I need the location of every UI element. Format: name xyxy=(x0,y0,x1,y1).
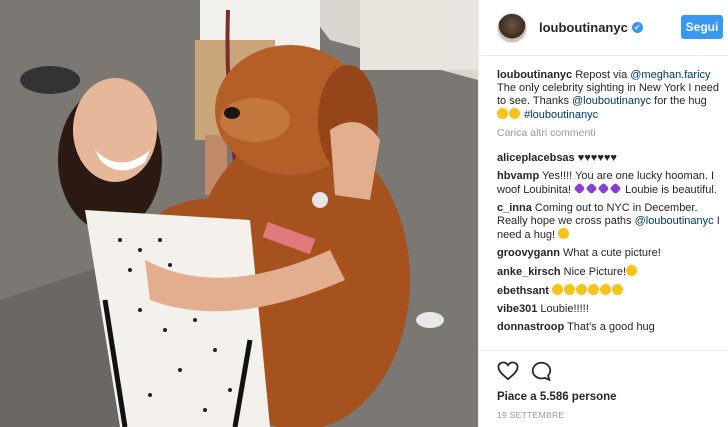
comment-text: Loubie is beautiful. xyxy=(622,184,717,196)
avatar[interactable] xyxy=(497,12,527,43)
caption-hashtag[interactable]: #louboutinanyc xyxy=(524,109,598,121)
smiling-face-icon xyxy=(564,284,576,295)
comment-username[interactable]: c_inna xyxy=(497,202,532,214)
heart-outline-icon[interactable] xyxy=(497,361,519,381)
comment-text: Loubie!!!!! xyxy=(537,303,589,315)
action-icons xyxy=(497,359,728,383)
caption-text: Repost via xyxy=(572,69,631,81)
post-sidebar: louboutinanyc ✓ Segui louboutinanyc Repo… xyxy=(478,0,728,427)
comment-item: aliceplacebsas ♥♥♥♥♥♥ xyxy=(497,152,721,165)
comment-text: ♥♥♥♥♥♥ xyxy=(574,152,617,164)
post-actions: Piace a 5.586 persone 19 SETTEMBRE xyxy=(479,350,728,427)
header-username[interactable]: louboutinanyc xyxy=(539,20,628,35)
caption: louboutinanyc Repost via @meghan.faricy … xyxy=(497,69,721,122)
comment-username[interactable]: donnastroop xyxy=(497,321,564,333)
smiling-face-icon xyxy=(552,284,564,295)
comment-item: anke_kirsch Nice Picture! xyxy=(497,265,721,279)
smiling-face-icon xyxy=(600,284,612,295)
likes-count[interactable]: Piace a 5.586 persone xyxy=(497,391,728,403)
comment-username[interactable]: ebethsant xyxy=(497,285,549,297)
post-photo xyxy=(0,0,478,427)
comment-item: c_inna Coming out to NYC in December. Re… xyxy=(497,202,721,242)
smiling-face-icon xyxy=(588,284,600,295)
photo-illustration xyxy=(0,0,478,427)
purple-heart-icon xyxy=(597,182,610,195)
caption-mention[interactable]: @louboutinanyc xyxy=(572,95,651,107)
caption-mention[interactable]: @meghan.faricy xyxy=(630,69,710,81)
purple-heart-icon xyxy=(585,182,598,195)
post-header: louboutinanyc ✓ Segui xyxy=(479,0,728,56)
smiling-face-icon xyxy=(497,108,508,119)
comment-text: What a cute picture! xyxy=(559,247,661,259)
heart-eyes-face-icon xyxy=(558,228,570,239)
comment-username[interactable]: hbvamp xyxy=(497,170,539,182)
comment-username[interactable]: groovygann xyxy=(497,247,560,259)
comment-item: vibe301 Loubie!!!!! xyxy=(497,303,721,316)
comments-list[interactable]: louboutinanyc Repost via @meghan.faricy … xyxy=(479,56,728,350)
comment-bubble-icon[interactable] xyxy=(531,361,552,382)
caption-text: for the hug xyxy=(651,95,707,107)
comment-mention[interactable]: @louboutinanyc xyxy=(635,215,714,227)
smiling-face-icon xyxy=(612,284,624,295)
comment-item: hbvamp Yes!!!! You are one lucky hooman.… xyxy=(497,170,721,197)
follow-button[interactable]: Segui xyxy=(681,15,723,39)
heart-eyes-face-icon xyxy=(509,108,520,119)
caption-username[interactable]: louboutinanyc xyxy=(497,69,572,81)
comment-username[interactable]: anke_kirsch xyxy=(497,266,561,278)
comment-username[interactable]: vibe301 xyxy=(497,303,537,315)
purple-heart-icon xyxy=(609,182,622,195)
verified-badge-icon: ✓ xyxy=(631,22,643,33)
smiling-face-icon xyxy=(576,284,588,295)
comment-item: donnastroop That's a good hug xyxy=(497,321,721,334)
grinning-face-icon xyxy=(626,265,638,276)
comment-text: Nice Picture! xyxy=(560,266,627,278)
comment-item: ebethsant xyxy=(497,284,721,298)
comment-item: groovygann What a cute picture! xyxy=(497,247,721,260)
comment-username[interactable]: aliceplacebsas xyxy=(497,152,575,164)
load-more-comments-link[interactable]: Carica altri commenti xyxy=(497,127,721,140)
post-date: 19 SETTEMBRE xyxy=(497,410,565,420)
comment-text: That's a good hug xyxy=(564,321,655,333)
purple-heart-icon xyxy=(573,182,586,195)
